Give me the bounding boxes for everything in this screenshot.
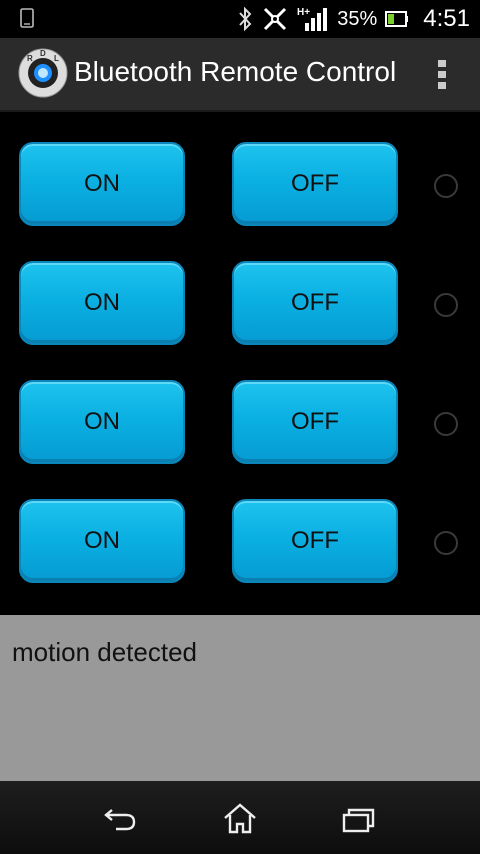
overflow-menu-icon[interactable] bbox=[432, 58, 452, 92]
bluetooth-icon bbox=[239, 6, 252, 32]
status-bar: H+ 35% 4:51 bbox=[0, 0, 480, 38]
message-log: motion detected bbox=[0, 615, 480, 781]
rdl-app-icon: R D L bbox=[18, 48, 68, 98]
log-message: motion detected bbox=[12, 637, 198, 667]
svg-text:R: R bbox=[27, 54, 33, 63]
battery-icon bbox=[385, 11, 409, 27]
row2-off-button[interactable]: OFF bbox=[232, 261, 398, 345]
row4-status-indicator bbox=[434, 531, 458, 555]
battery-percent: 35% bbox=[337, 7, 378, 30]
action-bar: R D L Bluetooth Remote Control bbox=[0, 38, 480, 112]
nfc-icon bbox=[264, 7, 287, 31]
navigation-bar bbox=[0, 781, 480, 854]
control-panel: ON OFF ON OFF ON OFF ON OFF bbox=[0, 112, 480, 615]
row4-on-button[interactable]: ON bbox=[19, 499, 185, 583]
row3-status-indicator bbox=[434, 412, 458, 436]
app-title: Bluetooth Remote Control bbox=[74, 56, 397, 87]
row3-on-button[interactable]: ON bbox=[19, 380, 185, 464]
row1-status-indicator bbox=[434, 174, 458, 198]
row2-on-button[interactable]: ON bbox=[19, 261, 185, 345]
back-icon[interactable] bbox=[102, 801, 138, 837]
row3-off-button[interactable]: OFF bbox=[232, 380, 398, 464]
home-icon[interactable] bbox=[222, 801, 258, 837]
recent-apps-icon[interactable] bbox=[342, 801, 378, 837]
row1-off-button[interactable]: OFF bbox=[232, 142, 398, 226]
svg-text:L: L bbox=[54, 54, 59, 63]
row4-off-button[interactable]: OFF bbox=[232, 499, 398, 583]
row1-on-button[interactable]: ON bbox=[19, 142, 185, 226]
svg-text:D: D bbox=[40, 49, 46, 58]
phone-icon bbox=[20, 8, 34, 28]
clock: 4:51 bbox=[423, 5, 470, 32]
hplus-signal-icon: H+ bbox=[297, 7, 328, 31]
row2-status-indicator bbox=[434, 293, 458, 317]
svg-text:H+: H+ bbox=[297, 7, 310, 18]
